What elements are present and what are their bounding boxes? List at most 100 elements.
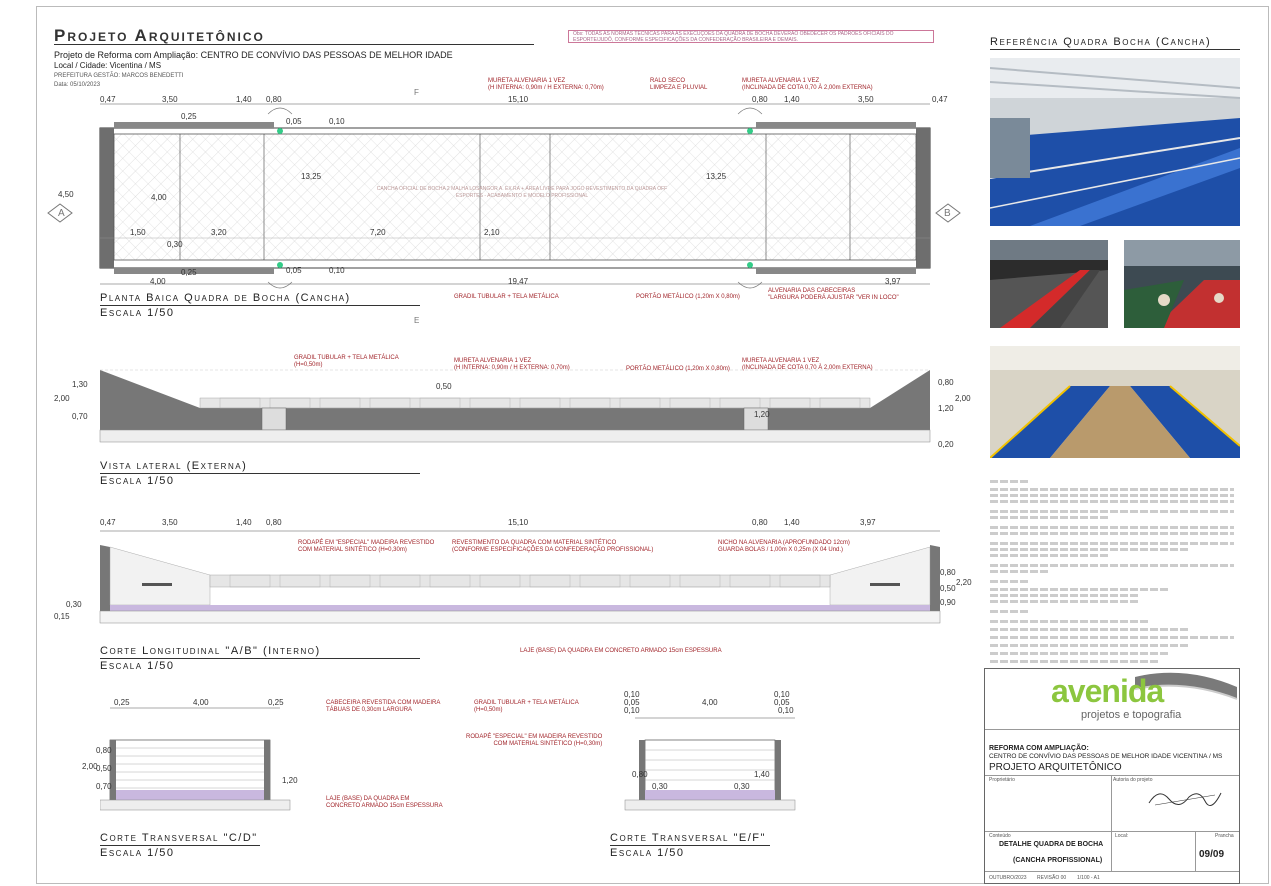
declaration-line [990, 516, 1110, 519]
content-label: Conteúdo [989, 833, 1011, 839]
dim-inner-11: 0,05 [286, 117, 302, 126]
declaration-line [990, 570, 1050, 573]
reference-title-underline [990, 49, 1240, 50]
office-line: PREFEITURA GESTÃO: MARCOS BENEDETTI [54, 73, 184, 79]
transversal-cd-caption-underline [100, 845, 260, 846]
section-marker-a: A [58, 208, 65, 219]
transversal-ef-drawing [624, 717, 796, 811]
transversal-cd-caption-scale: Escala 1/50 [100, 847, 175, 859]
dim-top-6: 0,80 [752, 95, 768, 104]
project-type: PROJETO ARQUITETÔNICO [989, 762, 1122, 773]
declaration-line [990, 564, 1234, 567]
section-marker-e: E [414, 316, 420, 325]
long-dim-side-5: 0,50 [940, 584, 956, 593]
declaration-line [990, 580, 1030, 583]
long-dim-top-8: 3,97 [860, 518, 876, 527]
title-block-divider [1195, 831, 1196, 871]
title-block-divider [985, 729, 1239, 730]
dim-bottom-4: 0,10 [329, 266, 345, 275]
ef-dim-9: 0,30 [652, 782, 668, 791]
page-title: Projeto Arquitetônico [54, 26, 265, 45]
long-dim-side-4: 0,90 [940, 598, 956, 607]
long-dim-top-1: 0,47 [100, 518, 116, 527]
logo-wordmark: avenida [1051, 673, 1164, 709]
ef-note-gradil: GRADIL TUBULAR + TELA METÁLICA (H=0,50m) [474, 700, 579, 713]
dim-top-4: 0,80 [266, 95, 282, 104]
ef-dim-11: 1,40 [754, 770, 770, 779]
declaration-line [990, 500, 1234, 503]
declaration-line [990, 526, 1234, 529]
longitudinal-caption-title: Corte Longitudinal "A/B" (Interno) [100, 645, 321, 657]
cd-dim-1: 0,25 [114, 698, 130, 707]
declaration-line [990, 644, 1190, 647]
revision-field: REVISÃO 00 [1037, 875, 1067, 881]
sheet-title-line-2: (CANCHA PROFISSIONAL) [1013, 857, 1103, 864]
declaration-line [990, 488, 1234, 491]
cd-dim-3: 0,25 [268, 698, 284, 707]
dim-bottom-5: 19,47 [508, 277, 529, 286]
title-block: avenida projetos e topografia REFORMA CO… [984, 668, 1240, 884]
project-name: CENTRO DE CONVÍVIO DAS PESSOAS DE MELHOR… [989, 753, 1223, 760]
declaration-line [990, 542, 1234, 545]
dim-bottom-6: 3,97 [885, 277, 901, 286]
lateral-caption-title: Vista lateral (Externa) [100, 460, 248, 472]
cd-note-cabeceira: CABECEIRA REVESTIDA COM MADEIRA TÁBUAS D… [326, 700, 441, 713]
long-dim-side-2: 0,30 [66, 600, 82, 609]
long-note-rodape: RODAPÉ EM "ESPECIAL" MADEIRA REVESTIDO C… [298, 540, 435, 553]
transversal-ef-caption-underline [610, 845, 770, 846]
declaration-line [990, 494, 1234, 497]
ef-dim-3: 0,10 [624, 706, 640, 715]
declaration-line [990, 660, 1160, 663]
reference-photo-bottom [990, 346, 1240, 458]
dim-inner-5: 1,50 [130, 228, 146, 237]
declaration-line [990, 600, 1140, 603]
lat-note-portao: PORTÃO METÁLICO (1,20m X 0,80m) [626, 366, 730, 372]
reference-title: Referência Quadra Bocha (Cancha) [990, 36, 1212, 48]
ef-dim-10: 0,30 [734, 782, 750, 791]
plan-caption-title: Planta Baica Quadra de Bocha (Cancha) [100, 292, 351, 304]
dim-inner-2: 13,25 [706, 172, 727, 181]
ef-dim-8: 0,80 [632, 770, 648, 779]
sheet-title-line-1: DETALHE QUADRA DE BOCHA [999, 841, 1104, 848]
lat-dim-7: 1,20 [938, 404, 954, 413]
dim-top-9: 0,47 [932, 95, 948, 104]
title-block-divider [1111, 831, 1112, 871]
lateral-caption-scale: Escala 1/50 [100, 475, 175, 487]
long-dim-top-6: 0,80 [752, 518, 768, 527]
long-note-revestimento: REVESTIMENTO DA QUADRA COM MATERIAL SINT… [452, 540, 654, 553]
long-dim-side-3: 0,80 [940, 568, 956, 577]
ef-dim-7: 0,10 [778, 706, 794, 715]
section-marker-b: B [944, 208, 951, 219]
long-note-laje: LAJE (BASE) DA QUADRA EM CONCRETO ARMADO… [520, 648, 722, 654]
declaration-line [990, 588, 1170, 591]
reference-photo-main [990, 58, 1240, 226]
lat-dim-5: 1,20 [754, 410, 770, 419]
dim-bottom-3: 0,05 [286, 266, 302, 275]
dim-inner-12: 0,10 [329, 117, 345, 126]
date-field: OUTUBRO/2023 [989, 875, 1027, 881]
lateral-view-drawing [99, 369, 931, 443]
long-dim-top-4: 0,80 [266, 518, 282, 527]
long-dim-side-6: 2,20 [956, 578, 972, 587]
cd-dim-5: 0,80 [96, 746, 112, 755]
declaration-line [990, 636, 1234, 639]
long-dim-side-1: 0,15 [54, 612, 70, 621]
title-block-divider [985, 871, 1239, 872]
dim-inner-4: 2,10 [484, 228, 500, 237]
plan-note-alvenaria: ALVENARIA DAS CABECEIRAS "LARGURA PODERÁ… [768, 288, 899, 301]
declaration-line [990, 610, 1030, 613]
dim-inner-9: 4,00 [151, 193, 167, 202]
dim-inner-8: 4,50 [58, 190, 74, 199]
cd-dim-2: 4,00 [193, 698, 209, 707]
plan-caption-underline [100, 305, 420, 306]
location-line: Local / Cidade: Vicentina / MS [54, 61, 162, 70]
logo-tagline: projetos e topografia [1081, 709, 1182, 721]
declaration-line [990, 554, 1110, 557]
cd-dim-7: 0,70 [96, 782, 112, 791]
declaration-line [990, 510, 1234, 513]
lat-note-gradil: GRADIL TUBULAR + TELA METÁLICA (H=0,50m) [294, 355, 399, 368]
declaration-line [990, 594, 1140, 597]
plan-note-gradil: GRADIL TUBULAR + TELA METÁLICA [454, 294, 559, 300]
long-dim-top-3: 1,40 [236, 518, 252, 527]
transversal-ef-caption-title: Corte Transversal "E/F" [610, 832, 766, 844]
